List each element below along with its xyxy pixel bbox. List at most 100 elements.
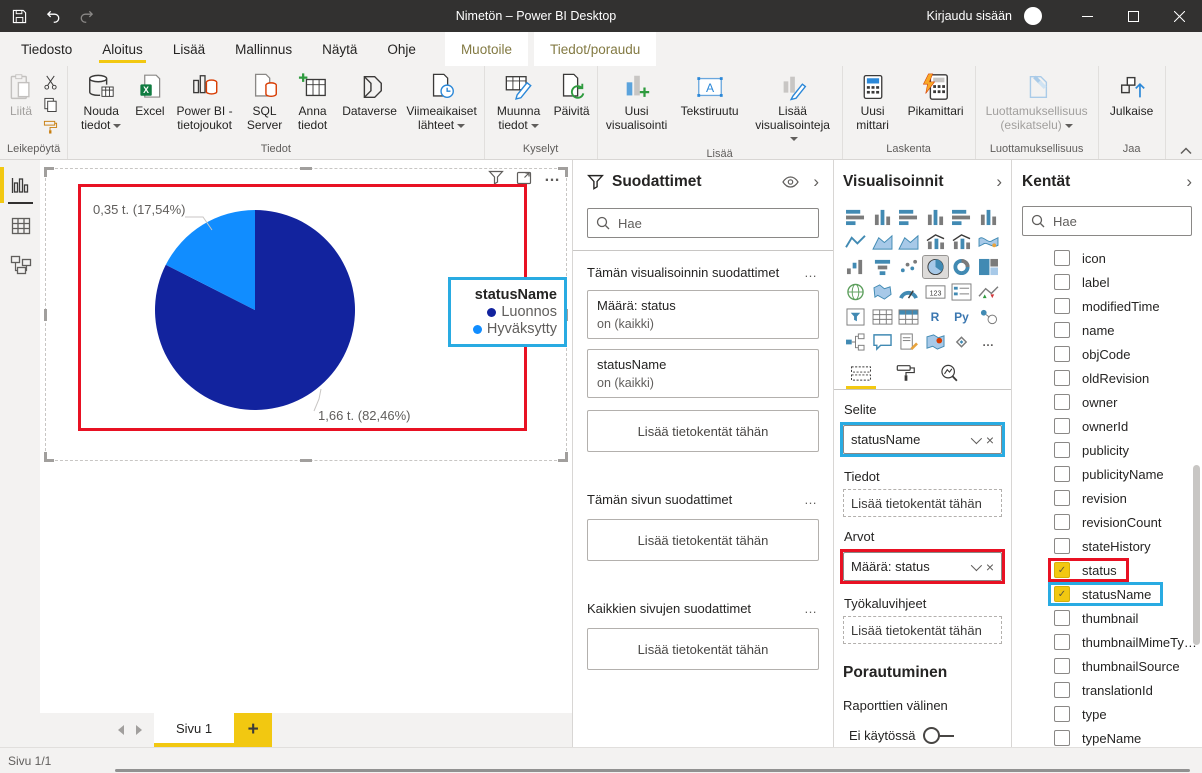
get-data-button[interactable]: Nouda tiedot <box>71 68 131 133</box>
publish-button[interactable]: Julkaise <box>1102 68 1162 119</box>
matrix-icon[interactable] <box>896 306 921 328</box>
fields-search[interactable] <box>1022 206 1192 236</box>
waterfall-chart-icon[interactable] <box>843 256 868 278</box>
field-row-publicity[interactable]: publicity <box>1022 438 1192 462</box>
chevron-down-icon[interactable] <box>971 559 982 570</box>
checkbox[interactable] <box>1054 514 1070 530</box>
field-row-icon[interactable]: icon <box>1022 246 1192 270</box>
remove-field-icon[interactable]: × <box>986 432 994 448</box>
quick-measure-button[interactable]: Pikamittari <box>900 68 972 119</box>
more-options-icon[interactable]: … <box>804 601 819 616</box>
horizontal-scrollbar[interactable] <box>115 769 1190 772</box>
more-visuals-icon[interactable]: … <box>976 331 1001 353</box>
checkbox[interactable] <box>1054 442 1070 458</box>
refresh-button[interactable]: Päivitä <box>550 68 594 119</box>
slicer-icon[interactable] <box>843 306 868 328</box>
ribbon-chart-icon[interactable] <box>976 231 1001 253</box>
scatter-chart-icon[interactable] <box>896 256 921 278</box>
legend-well[interactable]: statusName × <box>843 425 1002 454</box>
filters-search-input[interactable] <box>616 215 810 232</box>
checkbox[interactable] <box>1054 538 1070 554</box>
tab-ohje[interactable]: Ohje <box>372 32 431 66</box>
collapse-pane-icon[interactable]: › <box>996 172 1002 192</box>
checkbox[interactable] <box>1054 730 1070 746</box>
checkbox[interactable] <box>1054 346 1070 362</box>
checkbox[interactable] <box>1054 250 1070 266</box>
field-row-publicityName[interactable]: publicityName <box>1022 462 1192 486</box>
python-visual-icon[interactable]: Py <box>949 306 974 328</box>
decomposition-tree-icon[interactable] <box>843 331 868 353</box>
field-row-stateHistory[interactable]: stateHistory <box>1022 534 1192 558</box>
checkbox[interactable] <box>1054 322 1070 338</box>
field-row-revisionCount[interactable]: revisionCount <box>1022 510 1192 534</box>
save-icon[interactable] <box>12 9 27 24</box>
checkbox[interactable] <box>1054 370 1070 386</box>
excel-button[interactable]: X Excel <box>131 68 168 119</box>
donut-chart-icon[interactable] <box>949 256 974 278</box>
area-chart-icon[interactable] <box>870 231 895 253</box>
checkbox[interactable] <box>1054 634 1070 650</box>
sql-server-button[interactable]: SQL Server <box>241 68 289 133</box>
line-and-clustered-column-chart-icon[interactable] <box>949 231 974 253</box>
collapse-ribbon-icon[interactable] <box>1180 147 1192 155</box>
chevron-down-icon[interactable] <box>971 432 982 443</box>
field-row-status[interactable]: ✓status <box>1022 558 1192 582</box>
values-well[interactable]: Määrä: status × <box>843 552 1002 581</box>
checkbox[interactable]: ✓ <box>1054 586 1070 602</box>
filter-icon[interactable] <box>488 170 504 185</box>
checkbox[interactable] <box>1054 706 1070 722</box>
card-icon[interactable]: 123 <box>923 281 948 303</box>
field-row-oldRevision[interactable]: oldRevision <box>1022 366 1192 390</box>
remove-field-icon[interactable]: × <box>986 559 994 575</box>
checkbox[interactable] <box>1054 418 1070 434</box>
map-icon[interactable] <box>843 281 868 303</box>
stacked-area-chart-icon[interactable] <box>896 231 921 253</box>
arcgis-map-icon[interactable] <box>949 331 974 353</box>
new-measure-button[interactable]: Uusi mittari <box>846 68 900 133</box>
checkbox[interactable] <box>1054 394 1070 410</box>
copy-icon[interactable] <box>41 96 59 113</box>
checkbox[interactable] <box>1054 466 1070 482</box>
checkbox[interactable]: ✓ <box>1054 562 1070 578</box>
field-row-label[interactable]: label <box>1022 270 1192 294</box>
legend-item[interactable]: Hyväksytty <box>473 321 557 337</box>
new-visual-button[interactable]: Uusi visualisointi <box>601 68 673 133</box>
page-tab-sivu-1[interactable]: Sivu 1 <box>154 713 234 747</box>
100-stacked-column-chart-icon[interactable] <box>976 206 1001 228</box>
add-page-button[interactable]: + <box>234 713 272 747</box>
field-row-ownerId[interactable]: ownerId <box>1022 414 1192 438</box>
field-row-type[interactable]: type <box>1022 702 1192 726</box>
tab-lisaa[interactable]: Lisää <box>158 32 220 66</box>
checkbox[interactable] <box>1054 298 1070 314</box>
fields-search-input[interactable] <box>1051 213 1202 230</box>
field-row-modifiedTime[interactable]: modifiedTime <box>1022 294 1192 318</box>
field-row-statusName[interactable]: ✓statusName <box>1022 582 1192 606</box>
report-view-icon[interactable] <box>9 174 33 198</box>
focus-mode-icon[interactable] <box>516 170 532 185</box>
tab-tiedot-poraudu[interactable]: Tiedot/poraudu <box>534 32 656 66</box>
checkbox[interactable] <box>1054 658 1070 674</box>
format-painter-icon[interactable] <box>41 118 59 135</box>
100-stacked-bar-chart-icon[interactable] <box>949 206 974 228</box>
field-row-name[interactable]: name <box>1022 318 1192 342</box>
collapse-pane-icon[interactable]: › <box>813 172 819 192</box>
key-influencers-icon[interactable] <box>976 306 1001 328</box>
recent-sources-button[interactable]: Viimeaikaiset lähteet <box>403 68 481 133</box>
multi-row-card-icon[interactable] <box>949 281 974 303</box>
more-visuals-button[interactable]: Lisää visualisointeja <box>747 68 839 146</box>
stacked-bar-chart-icon[interactable] <box>843 206 868 228</box>
more-options-icon[interactable]: … <box>804 492 819 507</box>
funnel-chart-icon[interactable] <box>870 256 895 278</box>
field-row-translationId[interactable]: translationId <box>1022 678 1192 702</box>
tooltips-well-dropzone[interactable]: Lisää tietokentät tähän <box>843 616 1002 644</box>
close-button[interactable] <box>1156 0 1202 32</box>
add-fields-dropzone[interactable]: Lisää tietokentät tähän <box>587 519 819 561</box>
checkbox[interactable] <box>1054 490 1070 506</box>
add-fields-dropzone[interactable]: Lisää tietokentät tähän <box>587 628 819 670</box>
line-and-stacked-column-chart-icon[interactable] <box>923 231 948 253</box>
cross-report-toggle[interactable] <box>923 727 954 744</box>
field-row-owner[interactable]: owner <box>1022 390 1192 414</box>
checkbox[interactable] <box>1054 274 1070 290</box>
redo-icon[interactable] <box>79 9 95 24</box>
q-and-a-icon[interactable] <box>870 331 895 353</box>
